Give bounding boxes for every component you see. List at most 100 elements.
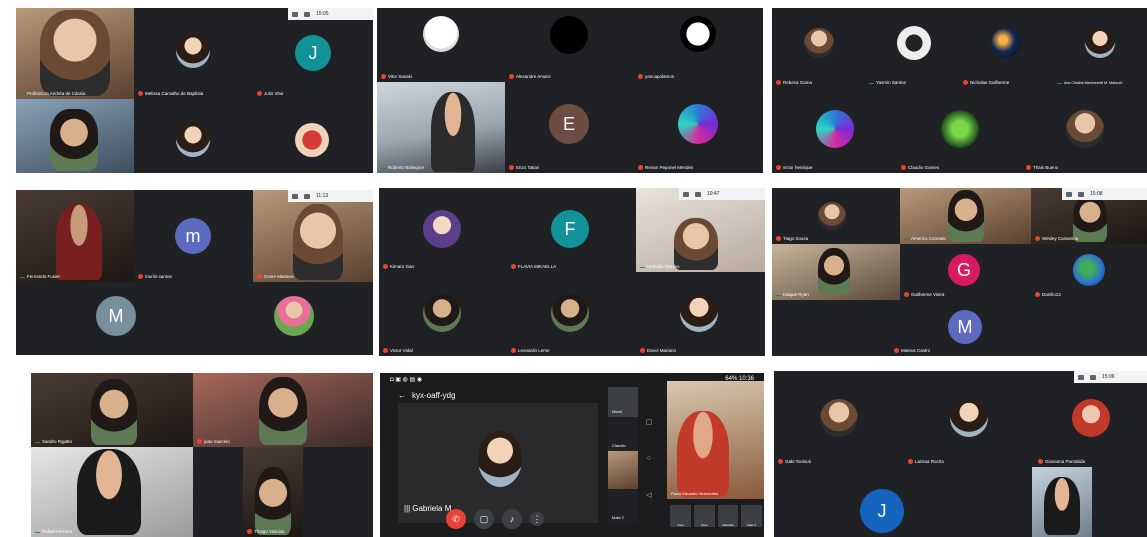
- side-participant[interactable]: Nicoli: [608, 387, 638, 417]
- chat-icon[interactable]: [1090, 374, 1096, 380]
- meeting-code[interactable]: kyx-oaff-ydg: [412, 391, 455, 400]
- people-icon[interactable]: [292, 193, 298, 199]
- back-icon[interactable]: ◁: [646, 491, 651, 499]
- participant-tile[interactable]: Danillo13: [1031, 244, 1147, 300]
- side-participant[interactable]: [608, 451, 638, 489]
- participant-tile[interactable]: Gabi Tonisuti: [774, 371, 904, 467]
- people-icon[interactable]: [683, 191, 689, 197]
- participant-tile[interactable]: F FLAVIA MIKAELLA: [507, 188, 636, 272]
- mic-off-icon: [1035, 236, 1040, 241]
- side-participant[interactable]: Claudio: [608, 417, 638, 451]
- participant-avatar: [176, 34, 210, 68]
- participant-tile[interactable]: Rebeca Gama: [772, 8, 865, 88]
- participant-tile[interactable]: [303, 447, 373, 537]
- participant-tile[interactable]: Tiago Souza: [772, 188, 900, 244]
- side-participant[interactable]: Mais 3: [608, 489, 638, 523]
- video-tile[interactable]: [16, 99, 134, 173]
- video-tile[interactable]: Thiago Vinicius: [243, 447, 303, 537]
- participant-tile[interactable]: Melissa Carvalho de Baptista: [134, 8, 253, 99]
- participant-initial-avatar: G: [948, 254, 980, 286]
- thumbnail[interactable]: Voce: [670, 505, 691, 527]
- mic-off-icon: [511, 348, 516, 353]
- participant-avatar: [1072, 399, 1110, 437]
- participant-tile[interactable]: Ana Cristina Marchezetti M. Malucch: [1053, 8, 1147, 88]
- clock-time: 15:06: [1102, 374, 1115, 380]
- participant-tile[interactable]: Giovanna Parrabida: [1034, 371, 1147, 467]
- participant-tile[interactable]: m murilo santos: [134, 190, 253, 282]
- back-arrow-icon[interactable]: ←: [398, 391, 406, 400]
- video-tile[interactable]: Cesre Mariano: [253, 190, 373, 282]
- people-icon[interactable]: [292, 11, 298, 17]
- presenter-tile[interactable]: ||| Gabriela M: [398, 403, 598, 523]
- participant-avatar: [478, 431, 522, 487]
- thumbnail[interactable]: Gabriela: [717, 505, 739, 527]
- video-tile[interactable]: joao marcelo: [193, 373, 373, 447]
- mic-off-icon: [640, 348, 645, 353]
- participant-tile[interactable]: [134, 99, 253, 173]
- recents-icon[interactable]: ▢: [646, 418, 653, 426]
- featured-video[interactable]: Paulo Eduardo Hernandes: [667, 381, 764, 499]
- chat-icon[interactable]: [695, 191, 701, 197]
- participant-tile[interactable]: Larissa Rocha: [904, 371, 1034, 467]
- participant-tile[interactable]: Claudio Gomes: [897, 88, 1022, 173]
- participant-tile[interactable]: yancapolamos: [634, 8, 763, 82]
- meeting-grid-1: Professora Andréa de Cássia Melissa Carv…: [16, 8, 373, 173]
- participant-tile[interactable]: E Enzo Tatian: [505, 82, 634, 173]
- people-icon[interactable]: [1078, 374, 1084, 380]
- participant-tile[interactable]: [253, 99, 373, 173]
- participant-tile[interactable]: Kimaro Gan: [379, 188, 507, 272]
- participant-tile[interactable]: M: [16, 282, 216, 355]
- thumbnail[interactable]: Voce: [693, 505, 715, 527]
- participant-avatar: [820, 399, 858, 437]
- chat-icon[interactable]: [1078, 191, 1084, 197]
- participant-tile[interactable]: J: [774, 467, 994, 537]
- participant-tile[interactable]: Davoi Mariano: [636, 272, 765, 356]
- video-tile[interactable]: [1032, 467, 1092, 537]
- participant-avatar: [680, 16, 716, 52]
- participant-tile[interactable]: J Julio Vitor: [253, 8, 373, 99]
- participant-name: Claudio: [612, 443, 626, 448]
- mic-off-icon: [257, 274, 262, 279]
- participant-name: Danillo13: [1035, 292, 1061, 297]
- camera-toggle-button[interactable]: ▢: [474, 509, 494, 529]
- participant-initial-avatar: J: [860, 489, 904, 533]
- end-call-button[interactable]: ✆: [446, 509, 466, 529]
- participant-tile[interactable]: Renan Peponel Mendes: [634, 82, 763, 173]
- mic-off-icon: [894, 348, 899, 353]
- video-tile[interactable]: Roberto Balieguer: [377, 82, 505, 173]
- people-icon[interactable]: [1066, 191, 1072, 197]
- video-tile[interactable]: Nathalia Martins: [636, 188, 765, 272]
- video-tile[interactable]: Rafael Ferreira: [31, 447, 193, 537]
- participant-tile[interactable]: Vitor Sasaki: [377, 8, 505, 82]
- mic-off-icon: [904, 292, 909, 297]
- participant-tile[interactable]: Thais Bueno: [1022, 88, 1147, 173]
- chat-icon[interactable]: [304, 11, 310, 17]
- participant-name: Paulo Eduardo Hernandes: [671, 491, 719, 496]
- mic-off-icon: [963, 80, 968, 85]
- participant-tile[interactable]: Nicholas Guilherme: [959, 8, 1053, 88]
- participant-tile[interactable]: Victor Vidal: [379, 272, 507, 356]
- participant-tile[interactable]: [193, 447, 243, 537]
- participant-video: [56, 204, 102, 280]
- video-tile[interactable]: Sandro Rigatto: [31, 373, 193, 447]
- participant-tile[interactable]: G Guilherme Vieira: [900, 244, 1031, 300]
- participant-avatar: [950, 399, 988, 437]
- participant-name: victor henrique: [776, 165, 813, 170]
- participant-tile[interactable]: M Mateus Castro: [890, 300, 1045, 356]
- more-options-button[interactable]: ⋮: [530, 512, 544, 526]
- video-tile[interactable]: Fernando Fusier: [16, 190, 134, 282]
- mic-toggle-button[interactable]: ♪: [502, 509, 522, 529]
- participant-tile[interactable]: victor henrique: [772, 88, 897, 173]
- thumbnail[interactable]: Mais 3: [741, 505, 762, 527]
- video-tile[interactable]: Americo Conrado: [900, 188, 1031, 244]
- participant-name: Davoi Mariano: [640, 348, 676, 353]
- video-tile[interactable]: Kaique Ryan: [772, 244, 900, 300]
- video-tile[interactable]: Professora Andréa de Cássia: [16, 8, 134, 99]
- chat-icon[interactable]: [304, 193, 310, 199]
- participant-tile[interactable]: Leonardo Leme: [507, 272, 636, 356]
- participant-name: Nicoli: [612, 409, 622, 414]
- participant-tile[interactable]: [216, 282, 373, 355]
- participant-tile[interactable]: Yasmin Santos: [865, 8, 959, 88]
- home-icon[interactable]: ○: [647, 455, 651, 462]
- participant-tile[interactable]: Alexandre Amaro: [505, 8, 634, 82]
